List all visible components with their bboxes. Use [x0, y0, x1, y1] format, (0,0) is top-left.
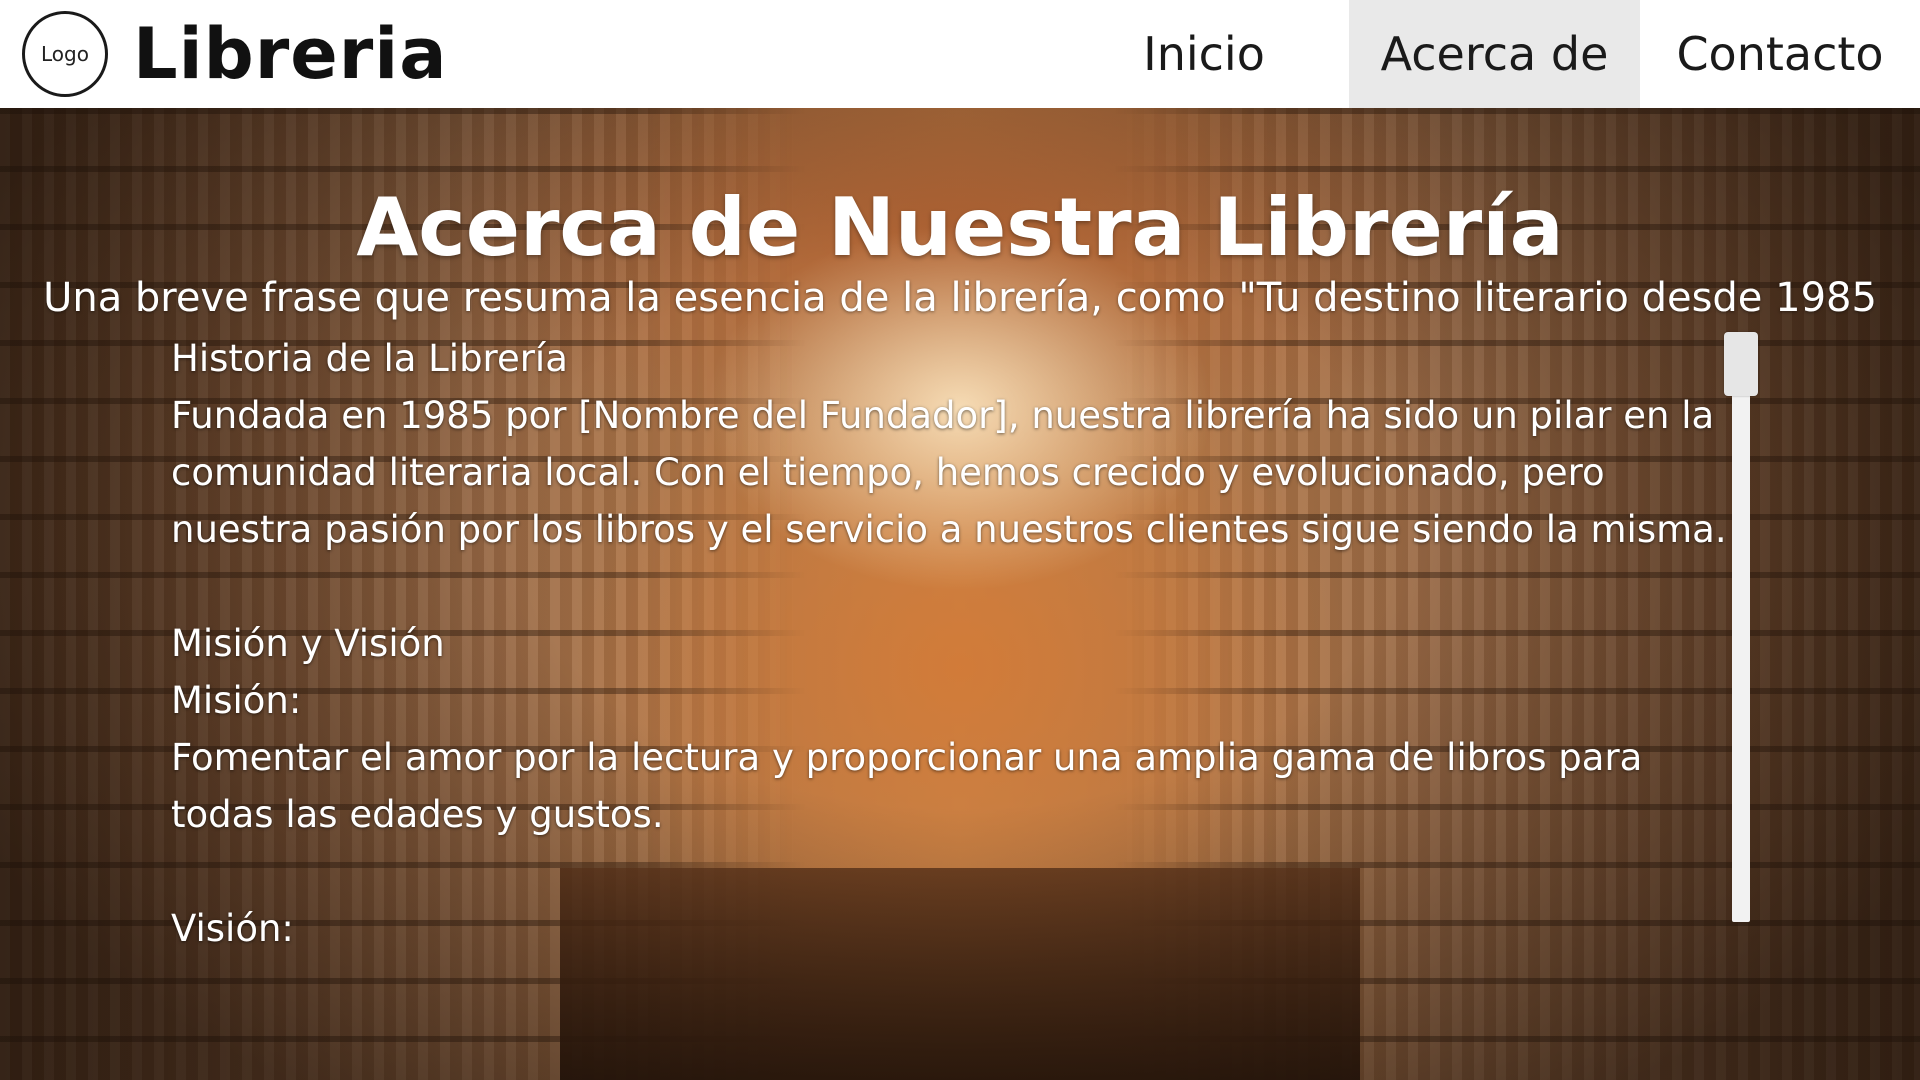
- mission-vision-heading: Misión y Visión: [171, 622, 445, 665]
- content-scrollbar[interactable]: [1732, 332, 1750, 922]
- about-content: Historia de la Librería Fundada en 1985 …: [171, 330, 1731, 957]
- nav-item-contacto[interactable]: Contacto: [1640, 0, 1920, 108]
- history-heading: Historia de la Librería: [171, 337, 568, 380]
- brand-title[interactable]: Libreria: [133, 14, 447, 94]
- main-nav: Inicio Acerca de Contacto: [1059, 0, 1920, 108]
- mission-text: Fomentar el amor por la lectura y propor…: [171, 736, 1643, 836]
- vision-label: Visión:: [171, 907, 294, 950]
- nav-item-inicio[interactable]: Inicio: [1059, 0, 1349, 108]
- page-subtitle: Una breve frase que resuma la esencia de…: [43, 275, 1877, 321]
- logo[interactable]: Logo: [22, 11, 108, 97]
- scrollbar-thumb[interactable]: [1724, 332, 1758, 396]
- page-title: Acerca de Nuestra Librería: [356, 181, 1564, 274]
- site-header: Logo Libreria Inicio Acerca de Contacto: [0, 0, 1920, 108]
- mission-label: Misión:: [171, 679, 302, 722]
- history-text: Fundada en 1985 por [Nombre del Fundador…: [171, 394, 1727, 551]
- nav-item-acerca-de[interactable]: Acerca de: [1349, 0, 1640, 108]
